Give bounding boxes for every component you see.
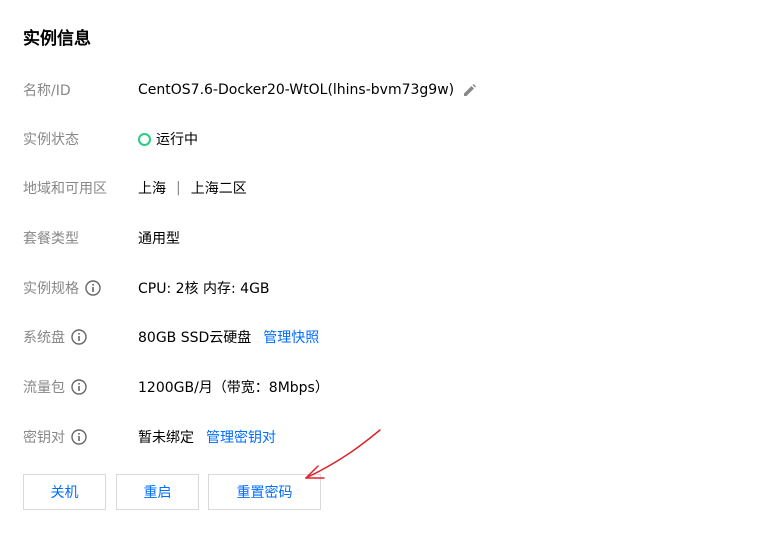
system-disk-value: 80GB SSD云硬盘 bbox=[138, 330, 252, 346]
spec-label: 实例规格 bbox=[23, 281, 79, 297]
section-title: 实例信息 bbox=[23, 29, 91, 49]
info-icon[interactable] bbox=[71, 429, 87, 445]
package-type-value: 通用型 bbox=[138, 231, 180, 247]
key-pair-label: 密钥对 bbox=[23, 430, 65, 446]
info-icon[interactable] bbox=[71, 329, 87, 345]
spec-value: CPU: 2核 内存: 4GB bbox=[138, 281, 270, 297]
annotation-arrow-icon bbox=[305, 429, 381, 479]
system-disk-label: 系统盘 bbox=[23, 330, 65, 346]
row-package-type: 套餐类型 通用型 bbox=[23, 226, 180, 250]
traffic-label: 流量包 bbox=[23, 380, 65, 396]
edit-icon[interactable] bbox=[462, 82, 478, 98]
info-icon[interactable] bbox=[71, 379, 87, 395]
status-value: 运行中 bbox=[156, 132, 198, 148]
key-pair-value: 暂未绑定 bbox=[138, 430, 194, 446]
manage-snapshot-link[interactable]: 管理快照 bbox=[263, 327, 319, 347]
restart-button[interactable]: 重启 bbox=[116, 474, 199, 510]
region-value: 上海 bbox=[138, 181, 166, 197]
row-key-pair: 密钥对 暂未绑定 管理密钥对 bbox=[23, 425, 276, 449]
traffic-value: 1200GB/月（带宽：8Mbps） bbox=[138, 380, 329, 396]
info-icon[interactable] bbox=[85, 280, 101, 296]
row-status: 实例状态 运行中 bbox=[23, 127, 198, 151]
row-name-id: 名称/ID CentOS7.6-Docker20-WtOL(lhins-bvm7… bbox=[23, 78, 478, 102]
row-region: 地域和可用区 上海 | 上海二区 bbox=[23, 176, 247, 200]
manage-key-pair-link[interactable]: 管理密钥对 bbox=[206, 427, 276, 447]
name-id-value: CentOS7.6-Docker20-WtOL(lhins-bvm73g9w) bbox=[138, 82, 455, 98]
shutdown-button[interactable]: 关机 bbox=[23, 474, 106, 510]
region-label: 地域和可用区 bbox=[23, 181, 107, 197]
row-spec: 实例规格 CPU: 2核 内存: 4GB bbox=[23, 276, 270, 300]
row-traffic: 流量包 1200GB/月（带宽：8Mbps） bbox=[23, 375, 329, 399]
zone-value: 上海二区 bbox=[190, 181, 247, 197]
name-id-label: 名称/ID bbox=[23, 83, 71, 99]
running-status-icon bbox=[138, 132, 151, 146]
status-label: 实例状态 bbox=[23, 132, 79, 148]
region-separator: | bbox=[176, 180, 181, 196]
package-type-label: 套餐类型 bbox=[23, 231, 79, 247]
row-system-disk: 系统盘 80GB SSD云硬盘 管理快照 bbox=[23, 325, 319, 349]
